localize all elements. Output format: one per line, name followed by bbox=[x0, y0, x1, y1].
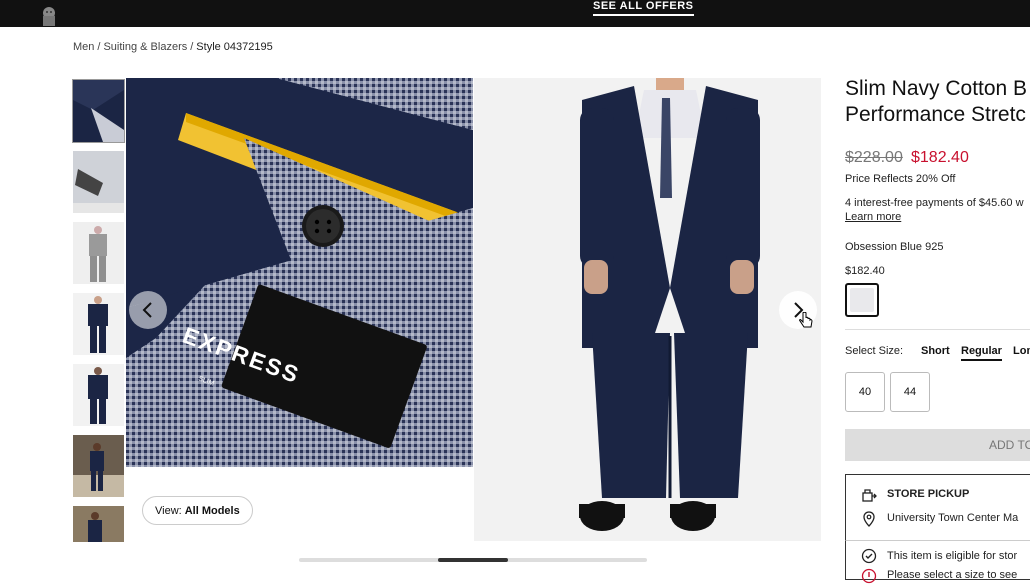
promo-bar: SEE ALL OFFERS bbox=[0, 0, 1030, 27]
brand-logo-icon[interactable] bbox=[38, 4, 60, 26]
check-circle-icon bbox=[861, 548, 877, 564]
original-price: $228.00 bbox=[845, 149, 903, 166]
chevron-left-icon bbox=[142, 302, 152, 318]
select-size-label: Select Size: bbox=[845, 345, 904, 357]
product-image-model[interactable] bbox=[474, 78, 821, 541]
product-title-line1: Slim Navy Cotton B bbox=[845, 77, 1028, 100]
fit-option-short[interactable]: Short bbox=[921, 345, 950, 357]
store-pickup-panel[interactable]: STORE PICKUP University Town Center Ma bbox=[845, 474, 1030, 544]
store-pickup-icon bbox=[862, 489, 877, 502]
color-name: Obsession Blue 925 bbox=[845, 241, 944, 253]
view-value: All Models bbox=[184, 504, 240, 517]
learn-more-link[interactable]: Learn more bbox=[845, 211, 901, 223]
product-image-fabric-detail[interactable]: EXPRESS SLIM bbox=[126, 78, 473, 467]
price-note: Price Reflects 20% Off bbox=[845, 173, 956, 185]
add-to-bag-button[interactable]: ADD TO bbox=[845, 429, 1030, 461]
divider bbox=[845, 329, 1030, 330]
thumbnail-navy-suit-back[interactable] bbox=[73, 364, 124, 426]
thumbnail-lifestyle-1[interactable] bbox=[73, 435, 124, 497]
size-option-40[interactable]: 40 bbox=[845, 372, 885, 412]
breadcrumb-style: Style 04372195 bbox=[196, 41, 273, 53]
product-title: Slim Navy Cotton B Performance Stretc bbox=[845, 76, 1027, 128]
thumbnail-lifestyle-2[interactable] bbox=[73, 506, 124, 542]
pickup-eligible-text: This item is eligible for stor bbox=[887, 550, 1018, 562]
thumbnail-detail[interactable] bbox=[72, 79, 125, 143]
thumbnail-grey-suit[interactable] bbox=[73, 222, 124, 284]
fit-option-regular[interactable]: Regular bbox=[961, 345, 1002, 361]
see-all-offers-link[interactable]: SEE ALL OFFERS bbox=[593, 0, 694, 16]
breadcrumb-suiting[interactable]: Suiting & Blazers bbox=[103, 41, 187, 53]
product-title-line2: Performance Stretc bbox=[845, 103, 1026, 126]
color-price: $182.40 bbox=[845, 265, 885, 277]
pickup-status-panel: This item is eligible for stor Please se… bbox=[845, 540, 1030, 584]
color-swatch-selected[interactable] bbox=[845, 283, 879, 317]
thumbnail-navy-suit-front[interactable] bbox=[73, 293, 124, 355]
breadcrumb: Men / Suiting & Blazers / Style 04372195 bbox=[73, 41, 273, 53]
hand-cursor-icon bbox=[799, 312, 813, 328]
fit-option-long[interactable]: Lon bbox=[1013, 345, 1030, 357]
gallery-scrollbar[interactable] bbox=[299, 558, 647, 562]
store-location[interactable]: University Town Center Ma bbox=[887, 512, 1018, 524]
gallery-prev-button[interactable] bbox=[129, 291, 167, 329]
view-all-models-button[interactable]: View: All Models bbox=[142, 496, 253, 525]
thumbnail-fabric[interactable] bbox=[73, 151, 124, 213]
breadcrumb-men[interactable]: Men bbox=[73, 41, 94, 53]
store-pickup-title: STORE PICKUP bbox=[887, 488, 970, 500]
alert-circle-icon bbox=[861, 568, 877, 584]
pickup-warning-text: Please select a size to see bbox=[887, 569, 1018, 581]
size-option-44[interactable]: 44 bbox=[890, 372, 930, 412]
installments-text: 4 interest-free payments of $45.60 w bbox=[845, 197, 1024, 209]
sale-price: $182.40 bbox=[911, 149, 969, 166]
gallery-scrollbar-thumb[interactable] bbox=[438, 558, 508, 562]
view-prefix: View: bbox=[155, 504, 182, 517]
location-pin-icon bbox=[863, 511, 875, 527]
